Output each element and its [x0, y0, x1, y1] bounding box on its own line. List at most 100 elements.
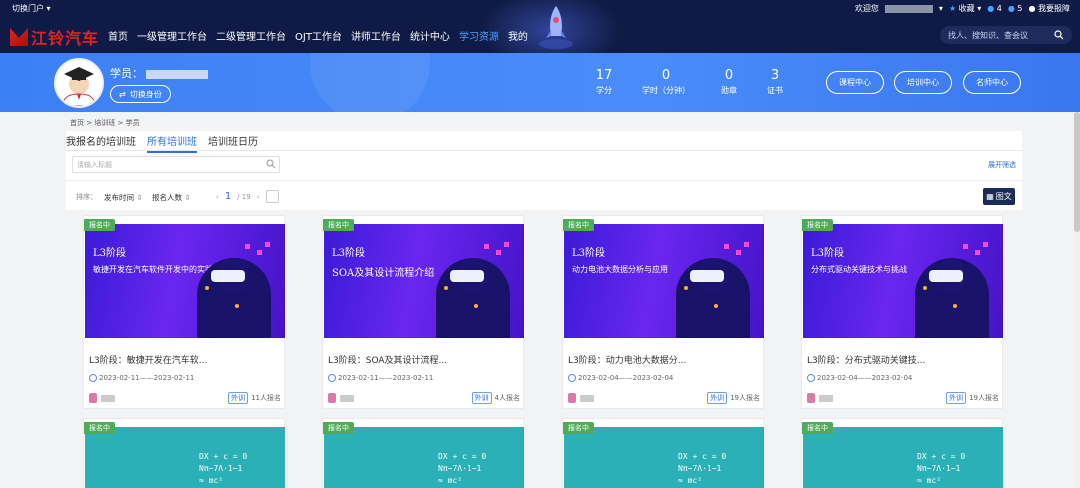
- training-card[interactable]: 报名中 DX + c = 0 Nπ−7Λ·1−1 ≈ mc²: [83, 418, 285, 488]
- decor-pixel: [963, 244, 968, 249]
- student-name-redacted: [146, 69, 208, 79]
- course-cover-image[interactable]: DX + c = 0 Nπ−7Λ·1−1 ≈ mc²: [564, 427, 764, 488]
- card-title[interactable]: L3阶段：SOA及其设计流程...: [328, 353, 447, 366]
- training-card[interactable]: 报名中 DX + c = 0 Nπ−7Λ·1−1 ≈ mc²: [322, 418, 524, 488]
- training-card[interactable]: 报名中 DX + c = 0 Nπ−7Λ·1−1 ≈ mc²: [562, 418, 764, 488]
- decor-pixel: [983, 242, 988, 247]
- expand-filter-link[interactable]: 展开筛选: [988, 160, 1016, 170]
- nav-mine[interactable]: 我的: [508, 28, 528, 43]
- username-redacted: [884, 4, 933, 13]
- sort-arrows-icon: ⇕: [184, 193, 191, 202]
- status-badge: 报名中: [84, 219, 115, 231]
- check-circle-icon: ●: [987, 4, 995, 13]
- cover-stage-text: L3阶段: [572, 248, 606, 259]
- lecturer-avatar-icon: [568, 393, 576, 403]
- enrollment-count: 19人报名: [969, 394, 999, 402]
- card-date: 2023-02-04——2023-02-04: [568, 374, 673, 382]
- stat-hours-value: 0: [661, 68, 671, 83]
- card-title[interactable]: L3阶段：分布式驱动关键技...: [807, 353, 925, 366]
- decor-pixel: [736, 250, 741, 255]
- decor-pixel: [245, 244, 250, 249]
- decor-pixel: [975, 250, 980, 255]
- card-date: 2023-02-11——2023-02-11: [328, 374, 433, 382]
- prev-page-icon[interactable]: ‹: [216, 193, 219, 201]
- nav-ojt[interactable]: OJT工作台: [295, 28, 342, 43]
- search-icon[interactable]: [1054, 30, 1064, 40]
- total-pages: / 19: [237, 192, 251, 201]
- cover-equations: DX + c = 0 Nπ−7Λ·1−1 ≈ mc²: [199, 451, 247, 487]
- course-cover-image[interactable]: L3阶段 分布式驱动关键技术与挑战: [803, 224, 1003, 338]
- student-label: 学员：: [110, 67, 143, 80]
- vr-headset-icon: [211, 270, 245, 282]
- nav-lecturer[interactable]: 讲师工作台: [351, 28, 401, 43]
- scrollbar-thumb[interactable]: [1074, 112, 1080, 232]
- course-center-button[interactable]: 课程中心: [826, 71, 884, 94]
- stat-credits-label: 学分: [596, 86, 612, 95]
- equation-line: Nπ−7Λ·1−1: [917, 464, 961, 473]
- report-issue-link[interactable]: ● 我要报障: [1028, 3, 1070, 14]
- view-toggle-button[interactable]: ▦ 图文: [983, 188, 1015, 205]
- training-card[interactable]: 报名中 DX + c = 0 Nπ−7Λ·1−1 ≈ mc²: [801, 418, 1003, 488]
- rocket-icon: [539, 6, 573, 49]
- course-cover-image[interactable]: L3阶段 动力电池大数据分析与应用: [564, 224, 764, 338]
- refresh-icon[interactable]: [265, 190, 279, 203]
- card-date-text: 2023-02-11——2023-02-11: [99, 374, 195, 382]
- sort-publish-time[interactable]: 发布时间 ⇕: [104, 192, 143, 203]
- message-count-2[interactable]: ● 5: [1008, 4, 1023, 13]
- portal-switch-label: 切换门户: [12, 4, 44, 13]
- course-cover-image[interactable]: L3阶段 敏捷开发在汽车软件开发中的实践: [85, 224, 285, 338]
- course-cover-image[interactable]: DX + c = 0 Nπ−7Λ·1−1 ≈ mc²: [85, 427, 285, 488]
- title-search-input[interactable]: 请输入标题: [72, 156, 280, 173]
- decor-pixel: [496, 250, 501, 255]
- course-cover-image[interactable]: DX + c = 0 Nπ−7Λ·1−1 ≈ mc²: [324, 427, 524, 488]
- sort-enrollment[interactable]: 报名人数 ⇕: [152, 192, 191, 203]
- breadcrumb-home[interactable]: 首页: [70, 119, 84, 127]
- chat-icon: ●: [1007, 4, 1015, 13]
- global-search[interactable]: 找人、搜知识、查会议: [940, 26, 1072, 44]
- scrollbar[interactable]: [1074, 112, 1080, 488]
- cover-stage-text: L3阶段: [811, 248, 845, 259]
- decor-dot: [474, 304, 478, 308]
- decor-pixel: [504, 242, 509, 247]
- nav-home[interactable]: 首页: [108, 28, 128, 43]
- search-icon[interactable]: [266, 159, 276, 169]
- user-icon: ●: [1028, 4, 1036, 13]
- nav-level1[interactable]: 一级管理工作台: [137, 28, 207, 43]
- course-cover-image[interactable]: L3阶段 SOA及其设计流程介绍: [324, 224, 524, 338]
- brand-name: 江铃汽车: [31, 29, 100, 48]
- decor-dot: [684, 286, 688, 290]
- training-center-button[interactable]: 培训中心: [894, 71, 952, 94]
- welcome-text: 欢迎您: [854, 4, 879, 13]
- card-date-text: 2023-02-04——2023-02-04: [817, 374, 913, 382]
- equation-line: Nπ−7Λ·1−1: [438, 464, 482, 473]
- training-card[interactable]: 报名中 L3阶段 分布式驱动关键技术与挑战 L3阶段：分布式驱动关键技... 2…: [801, 215, 1003, 409]
- course-cover-image[interactable]: DX + c = 0 Nπ−7Λ·1−1 ≈ mc²: [803, 427, 1003, 488]
- favorites-link[interactable]: ★ 收藏 ▾: [949, 3, 981, 14]
- teacher-center-button[interactable]: 名师中心: [963, 71, 1021, 94]
- nav-stats[interactable]: 统计中心: [410, 28, 450, 43]
- stat-certificates: 3 证书: [745, 68, 805, 96]
- breadcrumb-training[interactable]: 培训班: [94, 119, 115, 127]
- global-search-input[interactable]: 找人、搜知识、查会议: [948, 30, 1028, 41]
- user-menu-chevron-icon[interactable]: ▾: [939, 4, 943, 13]
- message-count-1[interactable]: ● 4: [987, 4, 1002, 13]
- nav-level2[interactable]: 二级管理工作台: [216, 28, 286, 43]
- training-card[interactable]: 报名中 L3阶段 SOA及其设计流程介绍 L3阶段：SOA及其设计流程... 2…: [322, 215, 524, 409]
- msg1-count: 4: [996, 4, 1002, 13]
- next-page-icon[interactable]: ›: [257, 193, 260, 201]
- banner-decoration: [310, 53, 430, 112]
- portal-switch[interactable]: 切换门户 ▾: [12, 3, 51, 14]
- nav-learning[interactable]: 学习资源: [459, 28, 499, 43]
- favorites-label: 收藏: [958, 4, 975, 13]
- breadcrumb-student: 学员: [125, 119, 140, 127]
- training-card[interactable]: 报名中 L3阶段 动力电池大数据分析与应用 L3阶段：动力电池大数据分... 2…: [562, 215, 764, 409]
- clock-icon: [328, 374, 336, 382]
- card-title[interactable]: L3阶段：动力电池大数据分...: [568, 353, 686, 366]
- card-date-text: 2023-02-04——2023-02-04: [578, 374, 674, 382]
- brand-logo[interactable]: 江铃汽车: [10, 25, 99, 49]
- vr-headset-icon: [450, 270, 484, 282]
- training-card[interactable]: 报名中 L3阶段 敏捷开发在汽车软件开发中的实践 L3阶段：敏捷开发在汽车软..…: [83, 215, 285, 409]
- switch-identity-button[interactable]: ⇄ 切换身份: [110, 85, 171, 103]
- training-type-tag: 外训: [228, 392, 249, 404]
- card-title[interactable]: L3阶段：敏捷开发在汽车软...: [89, 353, 207, 366]
